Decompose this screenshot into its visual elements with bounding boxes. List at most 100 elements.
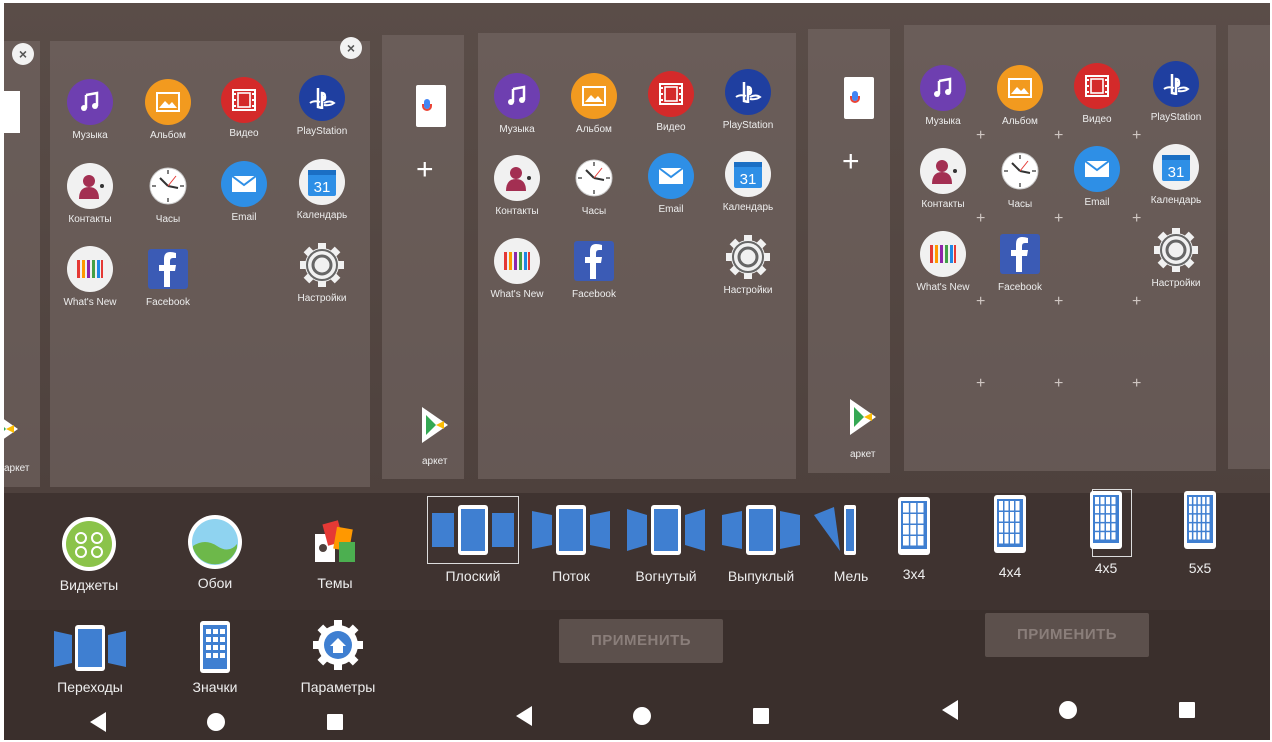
app-shortcut[interactable]: Настройки — [282, 242, 362, 304]
app-label: Альбом — [150, 130, 186, 141]
app-shortcut[interactable]: Часы — [980, 148, 1060, 210]
app-shortcut[interactable]: Видео — [204, 77, 284, 139]
app-shortcut[interactable]: Часы — [554, 155, 634, 217]
app-shortcut[interactable]: Контакты — [903, 148, 983, 210]
app-shortcut[interactable]: Видео — [1057, 63, 1137, 125]
add-shortcut-marker[interactable]: + — [1132, 127, 1141, 145]
album-icon — [571, 73, 617, 119]
transition-label: Плоский — [445, 568, 501, 584]
app-shortcut[interactable]: Email — [1057, 146, 1137, 208]
app-label: Email — [231, 212, 257, 223]
app-shortcut[interactable]: Facebook — [554, 238, 634, 300]
apply-transition-button[interactable]: ПРИМЕНИТЬ — [559, 619, 723, 663]
add-shortcut-marker[interactable]: + — [1132, 210, 1141, 228]
add-shortcut-marker[interactable]: + — [976, 293, 985, 311]
app-shortcut[interactable]: PlayStation — [1136, 61, 1216, 123]
home-nav-icon[interactable] — [1058, 700, 1078, 725]
app-shortcut[interactable]: Музыка — [477, 73, 557, 135]
facebook-icon — [997, 231, 1043, 277]
transitions-menu-item[interactable]: Переходы — [44, 623, 136, 695]
app-shortcut[interactable]: 31 Календарь — [282, 159, 362, 221]
app-shortcut[interactable]: Часы — [128, 163, 208, 225]
transition-option[interactable]: Вогнутый — [622, 503, 710, 584]
app-shortcut[interactable]: Facebook — [980, 231, 1060, 293]
add-shortcut-marker[interactable]: + — [1054, 375, 1063, 393]
grid-size-option[interactable]: 5x5 — [1178, 491, 1222, 576]
app-label: What's New — [490, 289, 544, 300]
apply-grid-button[interactable]: ПРИМЕНИТЬ — [985, 613, 1149, 657]
app-shortcut[interactable]: Альбом — [128, 79, 208, 141]
widgets-label: Виджеты — [59, 577, 119, 593]
app-shortcut[interactable]: Настройки — [708, 234, 788, 296]
add-shortcut-marker[interactable]: + — [1132, 375, 1141, 393]
search-widget-card[interactable] — [416, 85, 446, 127]
home-nav-icon[interactable] — [632, 706, 652, 731]
app-shortcut[interactable]: PlayStation — [282, 75, 362, 137]
play-store-icon[interactable] — [4, 411, 18, 447]
play-store-icon[interactable] — [850, 399, 876, 435]
home-settings-menu-item[interactable]: Параметры — [290, 617, 386, 695]
app-shortcut[interactable]: Альбом — [554, 73, 634, 135]
add-shortcut-marker[interactable]: + — [976, 127, 985, 145]
grid-preview-icon — [1178, 491, 1222, 554]
back-nav-icon[interactable] — [940, 699, 960, 726]
search-widget-card[interactable] — [4, 91, 20, 133]
app-shortcut[interactable]: Видео — [631, 71, 711, 133]
app-shortcut[interactable]: What's New — [477, 238, 557, 300]
home-nav-icon[interactable] — [206, 712, 226, 737]
grid-size-option[interactable]: 4x4 — [988, 495, 1032, 580]
app-shortcut[interactable]: PlayStation — [708, 69, 788, 131]
transition-option[interactable]: Выпуклый — [717, 503, 805, 584]
add-shortcut-marker[interactable]: + — [1054, 127, 1063, 145]
add-shortcut-marker[interactable]: + — [976, 210, 985, 228]
app-shortcut[interactable]: Музыка — [903, 65, 983, 127]
grid-size-option[interactable]: 4x5 — [1084, 491, 1128, 576]
transition-option[interactable]: Плоский — [429, 503, 517, 584]
app-shortcut[interactable]: What's New — [903, 231, 983, 293]
app-label: PlayStation — [722, 120, 774, 131]
transition-option[interactable]: Поток — [527, 503, 615, 584]
music-icon — [494, 73, 540, 119]
app-shortcut[interactable]: 31 Календарь — [708, 151, 788, 213]
app-shortcut[interactable]: Контакты — [50, 163, 130, 225]
app-shortcut[interactable]: Facebook — [128, 246, 208, 308]
app-shortcut[interactable]: Email — [631, 153, 711, 215]
add-shortcut-marker[interactable]: + — [1054, 293, 1063, 311]
grid-size-option[interactable]: 3x4 — [892, 497, 936, 582]
recents-nav-icon[interactable] — [752, 707, 770, 730]
add-shortcut-marker[interactable]: + — [1054, 210, 1063, 228]
close-panel-button[interactable]: × — [12, 43, 34, 65]
grid-size-label: 4x5 — [1094, 560, 1118, 576]
add-shortcut-marker[interactable]: + — [1132, 293, 1141, 311]
add-panel-button[interactable]: + — [416, 153, 434, 187]
app-shortcut[interactable]: Альбом — [980, 65, 1060, 127]
icons-menu-item[interactable]: Значки — [170, 621, 260, 695]
add-panel-button[interactable]: + — [842, 145, 860, 179]
app-shortcut[interactable]: What's New — [50, 246, 130, 308]
app-label: Альбом — [1002, 116, 1038, 127]
recents-nav-icon[interactable] — [1178, 701, 1196, 724]
recents-nav-icon[interactable] — [326, 713, 344, 736]
transitions-label: Переходы — [57, 679, 123, 695]
app-shortcut[interactable]: Настройки — [1136, 227, 1216, 289]
play-store-icon[interactable] — [422, 407, 448, 443]
app-shortcut[interactable]: Музыка — [50, 79, 130, 141]
themes-menu-item[interactable]: Темы — [290, 515, 380, 591]
calendar-icon: 31 — [299, 159, 345, 205]
grid-preview-icon — [988, 495, 1032, 558]
app-shortcut[interactable]: Email — [204, 161, 284, 223]
search-widget-card[interactable] — [844, 77, 874, 119]
widgets-menu-item[interactable]: Виджеты — [44, 517, 134, 593]
app-shortcut[interactable]: 31 Календарь — [1136, 144, 1216, 206]
wallpaper-menu-item[interactable]: Обои — [170, 515, 260, 591]
add-shortcut-marker[interactable]: + — [976, 375, 985, 393]
playstation-icon — [1153, 61, 1199, 107]
right-side-panel[interactable] — [1228, 25, 1270, 469]
app-shortcut[interactable]: Контакты — [477, 155, 557, 217]
back-nav-icon[interactable] — [514, 705, 534, 732]
svg-text:31: 31 — [740, 171, 757, 188]
back-nav-icon[interactable] — [88, 711, 108, 738]
transition-option[interactable]: Мель — [807, 503, 895, 584]
transition-label: Вогнутый — [635, 568, 697, 584]
close-panel-button[interactable]: × — [340, 37, 362, 59]
